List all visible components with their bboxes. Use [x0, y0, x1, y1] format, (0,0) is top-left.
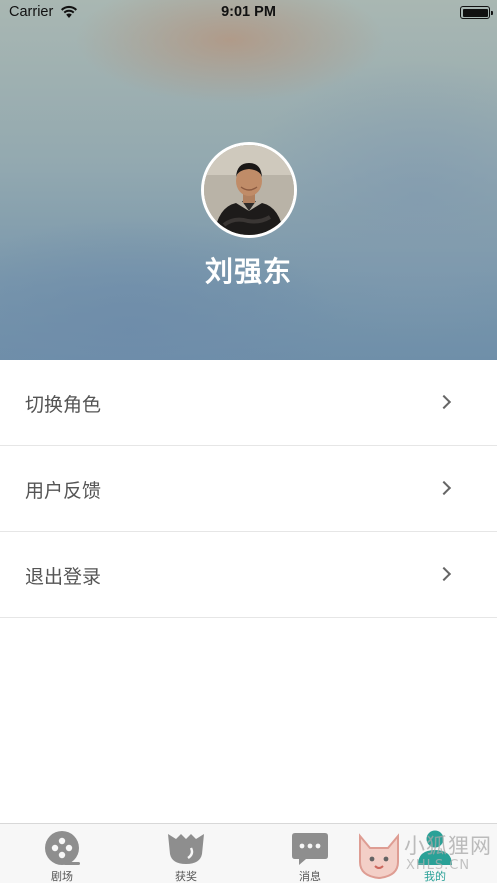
- menu-item-label: 用户反馈: [25, 480, 102, 502]
- site-watermark: 小狐狸网 XHLS.CN: [356, 828, 496, 883]
- battery-icon: [460, 6, 493, 19]
- status-time: 9:01 PM: [221, 4, 276, 20]
- tab-label: 剧场: [51, 870, 73, 883]
- menu-item-label: 退出登录: [25, 566, 102, 588]
- menu-item-switch-role[interactable]: 切换角色: [0, 360, 497, 446]
- watermark-text: 小狐狸网: [404, 834, 492, 858]
- film-reel-icon: [45, 831, 80, 865]
- tab-messages[interactable]: 消息: [248, 824, 372, 883]
- status-bar: Carrier 9:01 PM: [0, 0, 497, 26]
- trophy-cup-icon: [168, 834, 204, 864]
- watermark-sub: XHLS.CN: [406, 858, 471, 873]
- avatar[interactable]: [201, 142, 297, 238]
- avatar-photo: [204, 145, 294, 235]
- chat-bubble-icon: [292, 833, 328, 865]
- profile-header: Carrier 9:01 PM 刘强东: [0, 0, 497, 360]
- chevron-right-icon: [436, 480, 452, 496]
- user-name: 刘强东: [204, 255, 292, 288]
- chevron-right-icon: [436, 394, 452, 410]
- fox-logo-icon: [359, 833, 399, 880]
- menu-item-label: 切换角色: [25, 394, 102, 416]
- tab-awards[interactable]: 获奖: [124, 824, 248, 883]
- settings-menu: 切换角色 用户反馈 退出登录: [0, 360, 497, 618]
- tab-label: 消息: [299, 870, 321, 883]
- menu-item-feedback[interactable]: 用户反馈: [0, 446, 497, 532]
- tab-label: 获奖: [175, 870, 197, 883]
- tab-theater[interactable]: 剧场: [0, 824, 124, 883]
- chevron-right-icon: [436, 566, 452, 582]
- menu-item-logout[interactable]: 退出登录: [0, 532, 497, 618]
